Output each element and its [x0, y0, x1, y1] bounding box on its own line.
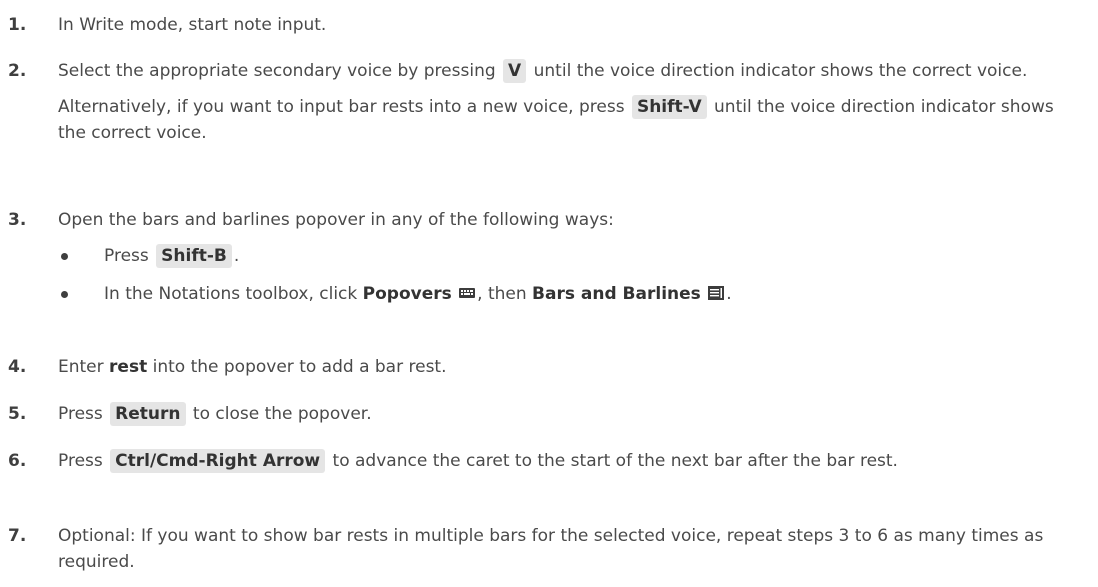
step-text: to close the popover. — [192, 404, 372, 424]
step-paragraph: Press Ctrl/Cmd-Right Arrow to advance th… — [58, 448, 1058, 474]
bullet-text: , then — [477, 284, 527, 304]
step-paragraph: Alternatively, if you want to input bar … — [58, 94, 1058, 146]
shortcut-key: Shift-V — [631, 95, 707, 119]
entry-term: rest — [109, 357, 148, 377]
step-number: 3. — [8, 210, 27, 230]
step-text: Select the appropriate secondary voice b… — [58, 61, 496, 81]
bullet-item: In the Notations toolbox, click Popovers… — [58, 281, 1058, 307]
step-number: 6. — [8, 451, 27, 471]
step-paragraph: Press Return to close the popover. — [58, 401, 1058, 427]
keyboard-icon — [459, 288, 476, 298]
step-text: In Write mode, start note input. — [58, 15, 327, 35]
step-paragraph: Enter rest into the popover to add a bar… — [58, 354, 1058, 380]
bars-and-barlines-icon — [708, 286, 725, 300]
step-body: In Write mode, start note input. — [58, 12, 1058, 38]
shortcut-key: Shift-B — [156, 244, 232, 268]
ui-label-bars-and-barlines: Bars and Barlines — [532, 284, 701, 304]
step-number: 1. — [8, 15, 27, 35]
step-number: 2. — [8, 61, 27, 81]
step-body: Open the bars and barlines popover in an… — [58, 207, 1058, 307]
step-text: Press — [58, 404, 103, 424]
bullet-text: Press — [104, 246, 149, 266]
shortcut-key: V — [503, 59, 527, 83]
bullet-item: Press Shift-B. — [58, 243, 1058, 269]
bullet-list: Press Shift-B. In the Notations toolbox,… — [58, 243, 1058, 307]
bullet-text: . — [233, 246, 240, 266]
bullet-text: In the Notations toolbox, click — [104, 284, 358, 304]
step-number: 5. — [8, 404, 27, 424]
step-text: Alternatively, if you want to input bar … — [58, 97, 625, 117]
step-paragraph: Select the appropriate secondary voice b… — [58, 58, 1058, 84]
step-body: Press Return to close the popover. — [58, 401, 1058, 427]
bullet-icon — [61, 291, 68, 298]
step-text: until the voice direction indicator show… — [533, 61, 1028, 81]
step-number: 4. — [8, 357, 27, 377]
step-body: Optional: If you want to show bar rests … — [58, 523, 1058, 575]
step-text: Enter — [58, 357, 104, 377]
step-text: to advance the caret to the start of the… — [332, 451, 898, 471]
step-body: Enter rest into the popover to add a bar… — [58, 354, 1058, 380]
bullet-icon — [61, 253, 68, 260]
step-number: 7. — [8, 526, 27, 546]
step-text: Optional: If you want to show bar rests … — [58, 526, 1044, 572]
step-text: Press — [58, 451, 103, 471]
shortcut-key: Return — [110, 402, 186, 426]
shortcut-key: Ctrl/Cmd-Right Arrow — [110, 449, 326, 473]
step-text: into the popover to add a bar rest. — [152, 357, 447, 377]
instruction-document: 1. In Write mode, start note input. 2. S… — [0, 0, 1098, 587]
bullet-text: . — [726, 284, 732, 304]
ui-label-popovers: Popovers — [362, 284, 452, 304]
step-body: Press Ctrl/Cmd-Right Arrow to advance th… — [58, 448, 1058, 474]
step-body: Select the appropriate secondary voice b… — [58, 58, 1058, 146]
step-text: Open the bars and barlines popover in an… — [58, 210, 614, 230]
